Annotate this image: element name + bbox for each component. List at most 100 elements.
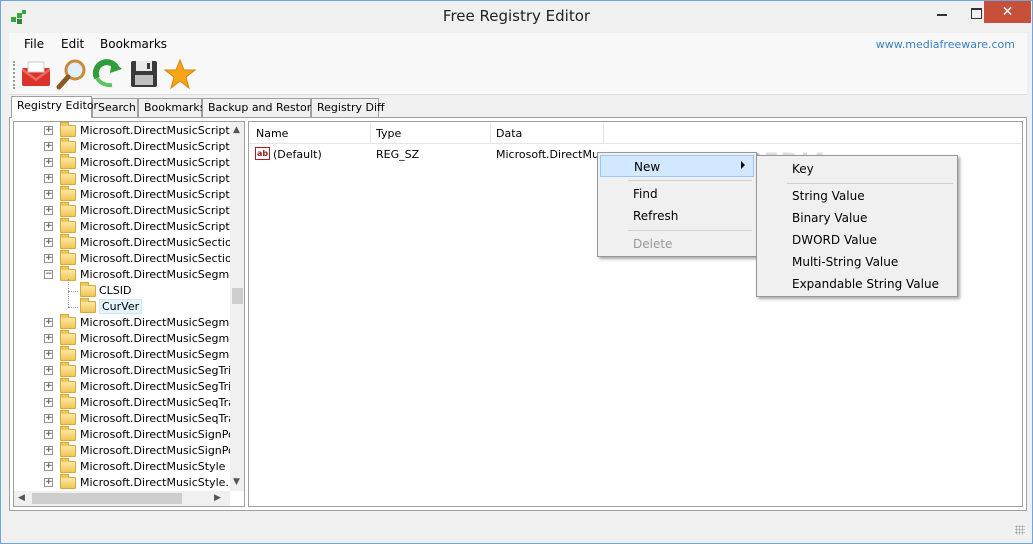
collapse-icon[interactable]: − [44, 270, 53, 279]
tree-node[interactable]: + Microsoft.DirectMusicSeqTrac [14, 394, 241, 411]
tree-node[interactable]: CLSID [14, 282, 230, 299]
folder-icon [60, 122, 76, 137]
tree-node[interactable]: + Microsoft.DirectMusicSegment [14, 314, 244, 331]
expand-icon[interactable]: + [44, 462, 53, 471]
tree-node[interactable]: + Microsoft.DirectMusicScriptAut [14, 154, 244, 171]
expand-icon[interactable]: + [44, 222, 53, 231]
column-name-header[interactable]: Name [256, 127, 288, 140]
expand-icon[interactable]: + [44, 126, 53, 135]
folder-icon [60, 186, 76, 201]
expand-icon[interactable]: + [44, 366, 53, 375]
expand-icon[interactable]: + [44, 238, 53, 247]
expand-icon[interactable]: + [44, 142, 53, 151]
submenu-binary-value[interactable]: Binary Value [759, 207, 955, 229]
scroll-up-icon[interactable]: ▲ [233, 125, 240, 135]
tree-node[interactable]: + Microsoft.DirectMusicScriptTra [14, 202, 244, 219]
resize-grip[interactable] [1015, 525, 1025, 535]
save-icon[interactable] [128, 58, 160, 90]
registry-tree[interactable]: + Microsoft.DirectMusicScriptAut + Microsof… [13, 121, 245, 507]
column-divider[interactable] [603, 122, 604, 144]
refresh-icon[interactable] [92, 58, 124, 90]
title-bar[interactable]: Free Registry Editor ✕ [1, 1, 1032, 32]
column-divider[interactable] [490, 122, 491, 144]
context-menu-find[interactable]: Find [600, 183, 754, 205]
submenu-multi-string-value[interactable]: Multi-String Value [759, 251, 955, 273]
menu-file[interactable]: File [24, 37, 44, 51]
tree-node[interactable]: + Microsoft.DirectMusicScriptAut [14, 186, 244, 203]
tree-node[interactable]: + Microsoft.DirectMusicSegTrigg [14, 378, 244, 395]
expand-icon[interactable]: + [44, 350, 53, 359]
submenu-key[interactable]: Key [759, 158, 955, 180]
folder-icon [60, 170, 76, 185]
submenu-dword-value[interactable]: DWORD Value [759, 229, 955, 251]
search-icon[interactable] [56, 58, 88, 90]
tree-node[interactable]: + Microsoft.DirectMusicSignPost [14, 426, 244, 443]
tree-node[interactable]: + Microsoft.DirectMusicSignPost [14, 442, 244, 459]
tree-node[interactable]: − Microsoft.DirectMusicSegment [14, 266, 244, 283]
tree-node[interactable]: + Microsoft.DirectMusicScriptTra [14, 218, 244, 235]
tree-node-label: Microsoft.DirectMusicScriptAut [80, 140, 245, 153]
tab-registry-editor[interactable]: Registry Editor [11, 96, 98, 118]
tree-node[interactable]: + Microsoft.DirectMusicSection. [14, 250, 242, 267]
submenu-expandable-string-value[interactable]: Expandable String Value [759, 273, 955, 295]
scroll-down-icon[interactable]: ▼ [233, 477, 240, 487]
tab-backup-restore[interactable]: Backup and Restore [202, 98, 318, 117]
scroll-left-icon[interactable]: ◀ [18, 493, 25, 503]
tree-node[interactable]: + Microsoft.DirectMusicSection [14, 234, 239, 251]
tab-bookmarks[interactable]: Bookmarks [138, 98, 205, 117]
tree-node-label: Microsoft.DirectMusicSeqTrac [80, 412, 241, 425]
tree-node[interactable]: + Microsoft.DirectMusicScriptAut [14, 122, 244, 139]
tree-node[interactable]: + Microsoft.DirectMusicScriptAut [14, 138, 244, 155]
mail-icon[interactable] [20, 58, 52, 90]
expand-icon[interactable]: + [44, 318, 53, 327]
favorite-star-icon[interactable] [164, 58, 196, 90]
folder-icon [80, 282, 96, 297]
expand-icon[interactable]: + [44, 174, 53, 183]
expand-icon[interactable]: + [44, 430, 53, 439]
scroll-right-icon[interactable]: ▶ [214, 493, 221, 503]
expand-icon[interactable]: + [44, 206, 53, 215]
submenu-arrow-icon [741, 161, 745, 169]
expand-icon[interactable]: + [44, 446, 53, 455]
menu-edit[interactable]: Edit [61, 37, 84, 51]
tree-node[interactable]: + Microsoft.DirectMusicStyle [14, 458, 230, 475]
folder-icon [60, 218, 76, 233]
expand-icon[interactable]: + [44, 414, 53, 423]
tree-vertical-scroll-thumb[interactable] [232, 288, 243, 304]
expand-icon[interactable]: + [44, 478, 53, 487]
website-link[interactable]: www.mediafreeware.com [876, 38, 1015, 51]
toolbar-grip[interactable] [13, 61, 16, 89]
expand-icon[interactable]: + [44, 190, 53, 199]
expand-icon[interactable]: + [44, 334, 53, 343]
tree-node-label: Microsoft.DirectMusicScriptAut [80, 188, 245, 201]
tree-node[interactable]: + Microsoft.DirectMusicScriptAut [14, 170, 244, 187]
tree-horizontal-scroll-thumb[interactable] [32, 493, 182, 504]
submenu-string-value[interactable]: String Value [759, 185, 955, 207]
tree-horizontal-scrollbar[interactable]: ◀ ▶ [14, 491, 230, 506]
expand-icon[interactable]: + [44, 398, 53, 407]
tree-node-label: Microsoft.DirectMusicSignPost [80, 444, 245, 457]
menu-bookmarks[interactable]: Bookmarks [100, 37, 167, 51]
tree-node-label: Microsoft.DirectMusicSegment [80, 316, 245, 329]
expand-icon[interactable]: + [44, 382, 53, 391]
tab-search[interactable]: Search [92, 98, 138, 117]
tab-registry-diff[interactable]: Registry Diff [311, 98, 385, 117]
expand-icon[interactable]: + [44, 158, 53, 167]
close-button[interactable]: ✕ [984, 1, 1031, 23]
column-data-header[interactable]: Data [496, 127, 522, 140]
context-menu-refresh[interactable]: Refresh [600, 205, 754, 227]
tree-node[interactable]: + Microsoft.DirectMusicSegment [14, 346, 244, 363]
tree-node[interactable]: + Microsoft.DirectMusicSegTrigg [14, 362, 244, 379]
context-menu-new-label: New [634, 160, 661, 174]
tree-node[interactable]: + Microsoft.DirectMusicStyle.1 [14, 474, 236, 491]
column-type-header[interactable]: Type [376, 127, 401, 140]
context-menu-new[interactable]: New [600, 155, 754, 177]
minimize-button[interactable] [923, 1, 957, 23]
tree-node[interactable]: + Microsoft.DirectMusicSeqTrac [14, 410, 241, 427]
app-window: Free Registry Editor ✕ File Edit Bookmar… [0, 0, 1033, 544]
expand-icon[interactable]: + [44, 254, 53, 263]
tree-vertical-scrollbar[interactable]: ▲ ▼ [230, 122, 244, 491]
tree-node[interactable]: + Microsoft.DirectMusicSegment [14, 330, 244, 347]
column-divider[interactable] [370, 122, 371, 144]
tree-node[interactable]: CurVer [14, 298, 230, 315]
